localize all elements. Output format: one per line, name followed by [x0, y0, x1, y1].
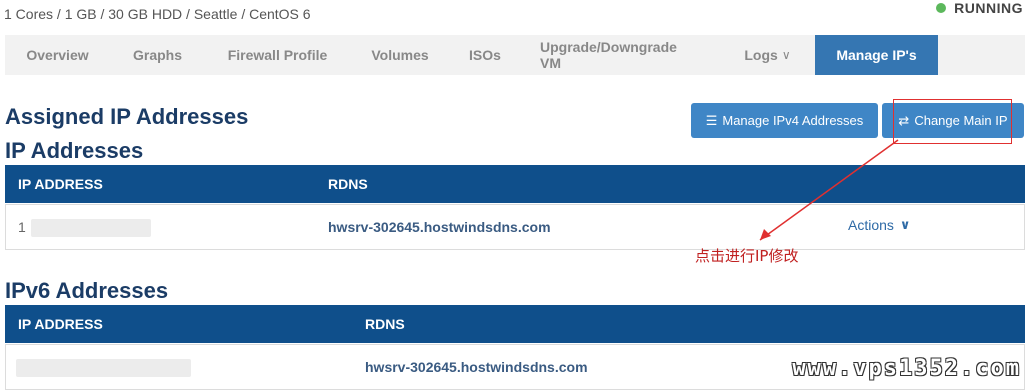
column-ip-address: IP ADDRESS — [18, 176, 103, 192]
column-rdns: RDNS — [328, 176, 368, 192]
assigned-ip-title: Assigned IP Addresses — [5, 104, 249, 129]
tab-manage-ips[interactable]: Manage IP's — [815, 35, 938, 75]
ipv6-table-header: IP ADDRESS RDNS — [5, 305, 1025, 343]
tab-volumes[interactable]: Volumes — [350, 35, 450, 75]
redacted-ip — [31, 219, 151, 237]
ipv4-table-header: IP ADDRESS RDNS — [5, 165, 1025, 203]
table-row: 1 hwsrv-302645.hostwindsdns.com Actions … — [5, 204, 1025, 250]
actions-label: Actions — [848, 217, 894, 233]
rdns-cell: hwsrv-302645.hostwindsdns.com — [328, 219, 551, 235]
tab-upgrade-downgrade-vm[interactable]: Upgrade/Downgrade VM — [520, 35, 720, 75]
redacted-ip — [16, 359, 191, 377]
rdns-cell: hwsrv-302645.hostwindsdns.com — [365, 359, 588, 375]
column-rdns: RDNS — [365, 316, 405, 332]
tab-bar: Overview Graphs Firewall Profile Volumes… — [5, 35, 1025, 75]
ipv6-title: IPv6 Addresses — [5, 278, 169, 303]
ip-addresses-title: IP Addresses — [5, 138, 144, 163]
manage-ipv4-button[interactable]: ☰ Manage IPv4 Addresses — [691, 103, 878, 138]
highlight-box — [893, 99, 1012, 144]
status-label: RUNNING — [954, 0, 1023, 16]
annotation-text: 点击进行IP修改 — [695, 247, 799, 265]
status-dot-icon — [936, 3, 947, 13]
tab-label: ISOs — [469, 47, 501, 63]
tab-label: Firewall Profile — [227, 47, 328, 63]
column-ip-address: IP ADDRESS — [18, 316, 103, 332]
tab-label: Upgrade/Downgrade VM — [540, 39, 677, 71]
tab-label: Volumes — [371, 47, 429, 63]
tab-graphs[interactable]: Graphs — [110, 35, 205, 75]
tab-isos[interactable]: ISOs — [450, 35, 520, 75]
tab-firewall-profile[interactable]: Firewall Profile — [205, 35, 350, 75]
chevron-down-icon: ∨ — [899, 217, 911, 232]
actions-dropdown[interactable]: Actions ∨ — [848, 217, 910, 233]
tab-overview[interactable]: Overview — [5, 35, 110, 75]
manage-ipv4-label: Manage IPv4 Addresses — [722, 113, 864, 128]
tab-label: Overview — [26, 47, 89, 63]
ip-address-cell: 1 — [18, 219, 26, 235]
tab-logs[interactable]: Logs ∨ — [720, 35, 815, 75]
server-status: RUNNING — [936, 0, 1023, 16]
tab-label: Manage IP's — [836, 47, 917, 63]
chevron-down-icon: ∨ — [781, 48, 791, 62]
tab-label: Logs — [744, 47, 778, 63]
list-icon: ☰ — [705, 112, 718, 128]
tab-label: Graphs — [132, 47, 182, 63]
watermark: www.vps1352.com — [792, 356, 1021, 381]
server-info: 1 Cores / 1 GB / 30 GB HDD / Seattle / C… — [4, 6, 311, 22]
